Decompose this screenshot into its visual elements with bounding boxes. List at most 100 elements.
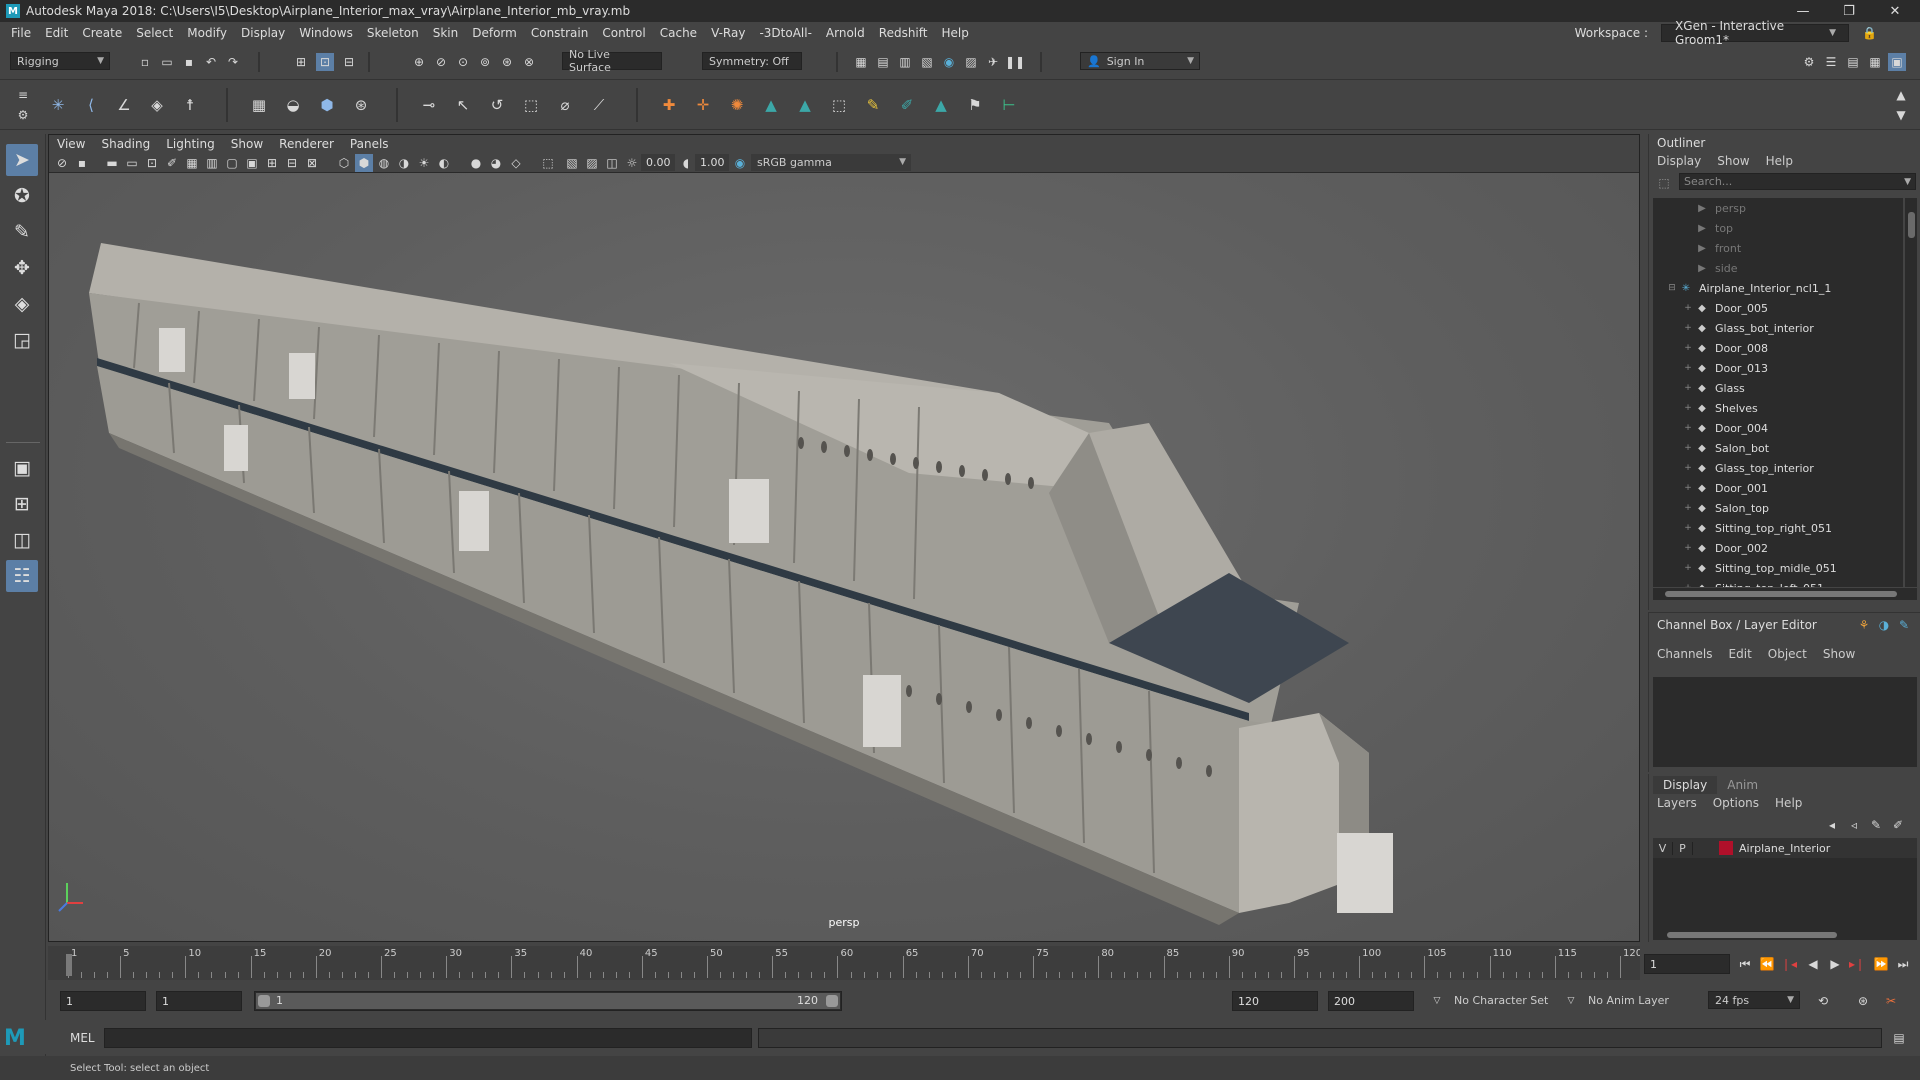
airplane-model[interactable]: [49, 173, 1639, 941]
expand-icon[interactable]: +: [1683, 563, 1693, 573]
script-editor-icon[interactable]: ▤: [1890, 1029, 1908, 1047]
shelf-settings-icon[interactable]: ⚙: [14, 106, 32, 124]
lock-icon[interactable]: 🔒: [1855, 26, 1884, 40]
select-tool-icon[interactable]: ➤: [6, 144, 38, 176]
orient-joint-icon[interactable]: ◈: [146, 94, 168, 116]
parent-constraint-icon[interactable]: ▲: [794, 94, 816, 116]
orient-constraint-icon[interactable]: ✺: [726, 94, 748, 116]
gamma-icon[interactable]: ◖: [677, 154, 695, 172]
select-object-icon[interactable]: ⊡: [316, 53, 334, 71]
playback-start-field[interactable]: 1: [156, 991, 242, 1011]
expand-icon[interactable]: +: [1683, 583, 1693, 587]
move-tool-icon[interactable]: ✥: [6, 252, 38, 284]
hypershade-icon[interactable]: ◉: [940, 53, 958, 71]
gate-mask-icon[interactable]: ▣: [243, 154, 261, 172]
rotate-tool-icon[interactable]: ◈: [6, 288, 38, 320]
exposure-field[interactable]: 0.00: [641, 154, 675, 171]
expand-icon[interactable]: +: [1683, 443, 1693, 453]
menu-select[interactable]: Select: [129, 26, 180, 40]
outliner-item[interactable]: + ◆ Door_004: [1653, 418, 1903, 438]
panel-menu-show[interactable]: Show: [231, 137, 263, 151]
layer-horizontal-scrollbar[interactable]: [1653, 930, 1917, 940]
range-slider-handle[interactable]: 1 120: [256, 993, 840, 1009]
ipr-render-icon[interactable]: ▥: [896, 53, 914, 71]
outliner-item[interactable]: +◆ Sitting_top_left_051: [1653, 578, 1903, 588]
fps-dropdown[interactable]: 24 fps ▼: [1708, 991, 1800, 1009]
2d-pan-zoom-icon[interactable]: ⊡: [143, 154, 161, 172]
layer-row[interactable]: V P Airplane_Interior: [1653, 838, 1917, 858]
outliner-item[interactable]: + ◆ Door_001: [1653, 478, 1903, 498]
field-chart-icon[interactable]: ⊞: [263, 154, 281, 172]
outliner-layout-icon[interactable]: ☷: [6, 560, 38, 592]
wrinkle-tool-icon[interactable]: ⟋: [588, 94, 610, 116]
wireframe-on-shaded-icon[interactable]: ◍: [375, 154, 393, 172]
outliner-menu-show[interactable]: Show: [1717, 154, 1749, 168]
scrollbar-thumb[interactable]: [1908, 212, 1915, 238]
expand-icon[interactable]: +: [1683, 503, 1693, 513]
create-layer-from-selected-icon[interactable]: ✐: [1889, 816, 1907, 834]
outliner-item[interactable]: + ◆ Door_008: [1653, 338, 1903, 358]
snap-surface-icon[interactable]: ⊛: [498, 53, 516, 71]
symmetry-dropdown[interactable]: Symmetry: Off: [702, 52, 802, 70]
start-time-field[interactable]: 1: [60, 991, 146, 1011]
shelf-menu-icon[interactable]: ≡: [14, 86, 32, 104]
tool-settings-icon[interactable]: ▤: [1844, 53, 1862, 71]
menu-help[interactable]: Help: [934, 26, 975, 40]
select-component-icon[interactable]: ⊟: [340, 53, 358, 71]
render-sequence-icon[interactable]: ▤: [874, 53, 892, 71]
camera-lock-icon[interactable]: ▪: [73, 154, 91, 172]
channel-menu-edit[interactable]: Edit: [1729, 647, 1752, 661]
outliner-menu-display[interactable]: Display: [1657, 154, 1701, 168]
expand-icon[interactable]: +: [1683, 343, 1693, 353]
outliner-item[interactable]: + ◆ Sitting_top_right_051: [1653, 518, 1903, 538]
outliner-item[interactable]: ▶ front: [1653, 238, 1903, 258]
color-management-icon[interactable]: ◉: [731, 154, 749, 172]
image-plane-icon[interactable]: ▭: [123, 154, 141, 172]
expand-icon[interactable]: +: [1683, 323, 1693, 333]
outliner-menu-help[interactable]: Help: [1766, 154, 1793, 168]
panel-menu-lighting[interactable]: Lighting: [166, 137, 215, 151]
lattice-icon[interactable]: ⬢: [316, 94, 338, 116]
lasso-tool-icon[interactable]: ✪: [6, 180, 38, 212]
two-pane-layout-icon[interactable]: ◫: [6, 524, 38, 556]
ik-spline-icon[interactable]: ∠: [113, 94, 135, 116]
pause-viewport-icon[interactable]: ❚❚: [1005, 53, 1025, 71]
cluster-icon[interactable]: ⊸: [418, 94, 440, 116]
layer-menu-help[interactable]: Help: [1775, 796, 1802, 810]
panel-menu-panels[interactable]: Panels: [350, 137, 389, 151]
menu-constrain[interactable]: Constrain: [524, 26, 596, 40]
outliner-item[interactable]: + ◆ Shelves: [1653, 398, 1903, 418]
menu-3dtoall[interactable]: -3DtoAll-: [752, 26, 818, 40]
outliner-item[interactable]: + ◆ Door_002: [1653, 538, 1903, 558]
script-language-toggle[interactable]: MEL: [60, 1028, 100, 1048]
paint-select-tool-icon[interactable]: ✎: [6, 216, 38, 248]
open-scene-icon[interactable]: ▭: [158, 53, 176, 71]
menu-windows[interactable]: Windows: [292, 26, 360, 40]
panel-menu-renderer[interactable]: Renderer: [279, 137, 334, 151]
outliner-search-input[interactable]: Search... ▼: [1679, 173, 1916, 190]
go-to-end-icon[interactable]: ⏭: [1894, 955, 1912, 973]
channel-menu-object[interactable]: Object: [1768, 647, 1807, 661]
outliner-item[interactable]: + ◆ Glass: [1653, 378, 1903, 398]
wireframe-icon[interactable]: ⬡: [335, 154, 353, 172]
menu-redshift[interactable]: Redshift: [872, 26, 935, 40]
menu-file[interactable]: File: [4, 26, 38, 40]
range-start-handle[interactable]: [258, 995, 270, 1007]
snap-point-icon[interactable]: ⊙: [454, 53, 472, 71]
channel-menu-show[interactable]: Show: [1823, 647, 1855, 661]
render-settings-icon[interactable]: ▧: [918, 53, 936, 71]
modeling-toolkit-icon[interactable]: ⚙: [1800, 53, 1818, 71]
playback-end-field[interactable]: 120: [1232, 991, 1318, 1011]
tab-anim[interactable]: Anim: [1717, 776, 1768, 794]
tool-settings-toggle-icon[interactable]: ✎: [1895, 616, 1913, 634]
menu-skin[interactable]: Skin: [426, 26, 466, 40]
smooth-bind-icon[interactable]: ◒: [282, 94, 304, 116]
expand-icon[interactable]: +: [1683, 363, 1693, 373]
colorspace-dropdown[interactable]: sRGB gamma ▼: [751, 154, 911, 171]
create-empty-layer-icon[interactable]: ✎: [1867, 816, 1885, 834]
render-setup-icon[interactable]: ▨: [962, 53, 980, 71]
outliner-horizontal-scrollbar[interactable]: [1653, 588, 1917, 600]
chevron-down-icon[interactable]: ▽: [1562, 992, 1580, 1010]
attribute-editor-toggle-icon[interactable]: ◑: [1875, 616, 1893, 634]
play-backwards-icon[interactable]: ◀: [1804, 955, 1822, 973]
